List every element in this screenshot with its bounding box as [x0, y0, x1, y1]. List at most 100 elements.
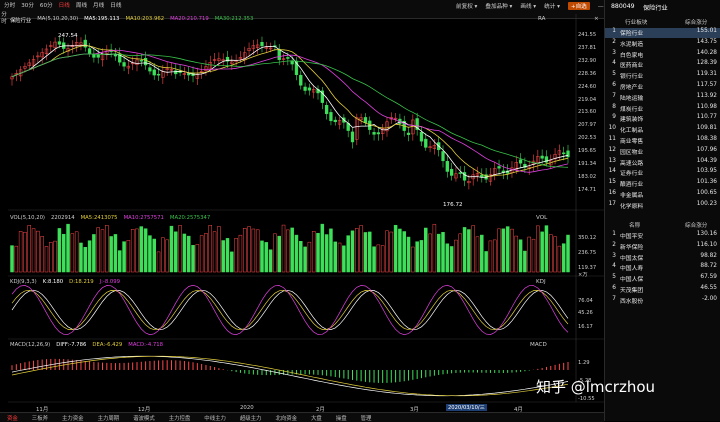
volume-bar — [355, 228, 359, 273]
sector-row[interactable]: 8 煤炭行业 110.98 — [605, 104, 720, 114]
sector-rank: 12 — [608, 146, 616, 153]
stock-row[interactable]: 7 西水股份 -2.00 — [605, 296, 720, 306]
sector-row[interactable]: 2 水泥制造 143.75 — [605, 39, 720, 49]
volume-bar — [419, 240, 424, 273]
sector-row[interactable]: 3 白色家电 140.28 — [605, 50, 720, 60]
stock-name: 中国平安 — [620, 234, 644, 240]
candle-body — [324, 104, 329, 115]
sector-row[interactable]: 14 证券行业 103.95 — [605, 168, 720, 178]
y-tick: 183.02 — [578, 173, 597, 180]
indicator-value: DEA:-6.429 — [92, 342, 123, 348]
volume-bar — [557, 245, 562, 273]
candle-body — [143, 57, 148, 66]
sector-score: 101.36 — [696, 179, 717, 186]
y-tick: 202.53 — [578, 135, 597, 142]
macd-indicator: MACD(12,26,9) — [10, 342, 51, 348]
sector-name: 商业零售 — [620, 139, 644, 145]
candle-body — [458, 172, 462, 174]
sector-score: 103.95 — [696, 168, 717, 175]
volume-bar — [311, 231, 316, 273]
volume-bar — [96, 227, 100, 273]
indicator-value: MA5:195.113 — [84, 16, 120, 22]
sector-row[interactable]: 13 高速公路 104.39 — [605, 158, 720, 168]
sector-row[interactable]: 15 酿酒行业 101.36 — [605, 179, 720, 189]
sector-rank: 14 — [608, 168, 616, 175]
candle-body — [277, 48, 281, 60]
stock-score: 67.59 — [700, 274, 717, 281]
candle-body — [148, 67, 152, 72]
panel-title: 保险行业 — [643, 5, 668, 12]
volume-bar — [247, 226, 251, 273]
kdj-flag: KDJ — [536, 279, 546, 285]
volume-bar — [31, 228, 36, 273]
volume-bar — [10, 245, 14, 273]
volume-bar — [406, 236, 411, 273]
volume-bar — [492, 239, 497, 273]
sector-row[interactable]: 7 陆地运输 113.92 — [605, 93, 720, 103]
candle-body — [187, 73, 191, 76]
volume-bar — [83, 247, 88, 273]
sector-header-name: 行业板块 — [625, 20, 648, 26]
y-tick: 237.81 — [578, 44, 597, 51]
volume-y-tick: ×万 — [578, 272, 588, 278]
volume-bar — [186, 235, 191, 273]
volume-bar — [53, 240, 57, 273]
sector-row[interactable]: 9 建筑装饰 110.77 — [605, 114, 720, 124]
stock-score: 88.72 — [700, 263, 717, 270]
volume-bar — [260, 240, 264, 273]
volume-bar — [165, 239, 169, 273]
volume-bar — [514, 235, 519, 273]
volume-bar — [372, 246, 376, 273]
stock-row[interactable]: 2 新华保险 116.10 — [605, 242, 720, 252]
ma-line — [11, 45, 569, 177]
sector-row[interactable]: 4 医药商业 128.39 — [605, 60, 720, 70]
volume-bar — [299, 241, 303, 273]
sector-rank: 10 — [608, 125, 616, 132]
volume-bar — [501, 228, 506, 273]
sector-score: 108.38 — [696, 136, 717, 142]
stock-row[interactable]: 3 中国太保 98.82 — [605, 253, 720, 263]
stock-name: 新华保险 — [620, 244, 644, 251]
volume-bar — [342, 245, 346, 273]
candle-body — [303, 86, 307, 91]
sector-score: 117.57 — [696, 82, 717, 88]
volume-bar — [27, 225, 31, 273]
volume-bar — [458, 233, 462, 273]
volume-bar — [264, 242, 269, 273]
sector-name: 非金属品 — [620, 193, 644, 199]
y-tick: 174.71 — [578, 186, 597, 193]
sector-row[interactable]: 11 商业零售 108.38 — [605, 136, 720, 146]
sector-row[interactable]: 17 化学原料 100.23 — [605, 201, 720, 211]
ranking-panel: 880049 保险行业 行业板块 综合涨分 1 保险行业 155.01 2 水泥制造 14… — [604, 0, 720, 421]
volume-bar — [376, 244, 381, 273]
sector-row[interactable]: 10 化工制品 109.81 — [605, 125, 720, 135]
volume-bar — [471, 225, 475, 273]
stock-row[interactable]: 4 中国人寿 88.72 — [605, 263, 720, 273]
sector-row[interactable]: 5 银行行业 119.31 — [605, 71, 720, 81]
volume-bar — [225, 238, 230, 273]
indicator-value: MA5:2413075 — [80, 215, 118, 221]
stock-rank: 6 — [612, 285, 616, 291]
volume-bar — [204, 233, 208, 273]
stock-rank: 5 — [612, 274, 616, 281]
volume-bar — [544, 225, 549, 273]
volume-bar — [393, 224, 398, 273]
volume-bar — [290, 227, 294, 273]
sector-row[interactable]: 16 非金属品 100.65 — [605, 190, 720, 200]
stock-row[interactable]: 6 天茂集团 46.55 — [605, 285, 720, 295]
sector-rank: 1 — [612, 28, 616, 34]
macd-line — [11, 355, 569, 397]
sector-row[interactable]: 6 房地产业 117.57 — [605, 82, 720, 92]
main-chart-name: 保险行业 — [10, 18, 32, 24]
sector-score: 140.28 — [696, 49, 717, 56]
stock-row[interactable]: 5 中国人保 67.59 — [605, 274, 720, 284]
volume-bar — [212, 231, 217, 273]
volume-bar — [329, 228, 333, 273]
y-tick: 213.60 — [578, 109, 597, 116]
stock-row[interactable]: 1 中国平安 130.16 — [605, 231, 720, 241]
sector-row[interactable]: 12 园区物业 107.96 — [605, 147, 720, 157]
sector-row[interactable]: 1 保险行业 155.01 — [605, 28, 720, 38]
volume-bar — [363, 232, 368, 273]
main-y-axis: 241.55 237.81 232.90 228.36 224.60 219.04 213.… — [578, 0, 602, 412]
volume-bar — [398, 228, 402, 273]
